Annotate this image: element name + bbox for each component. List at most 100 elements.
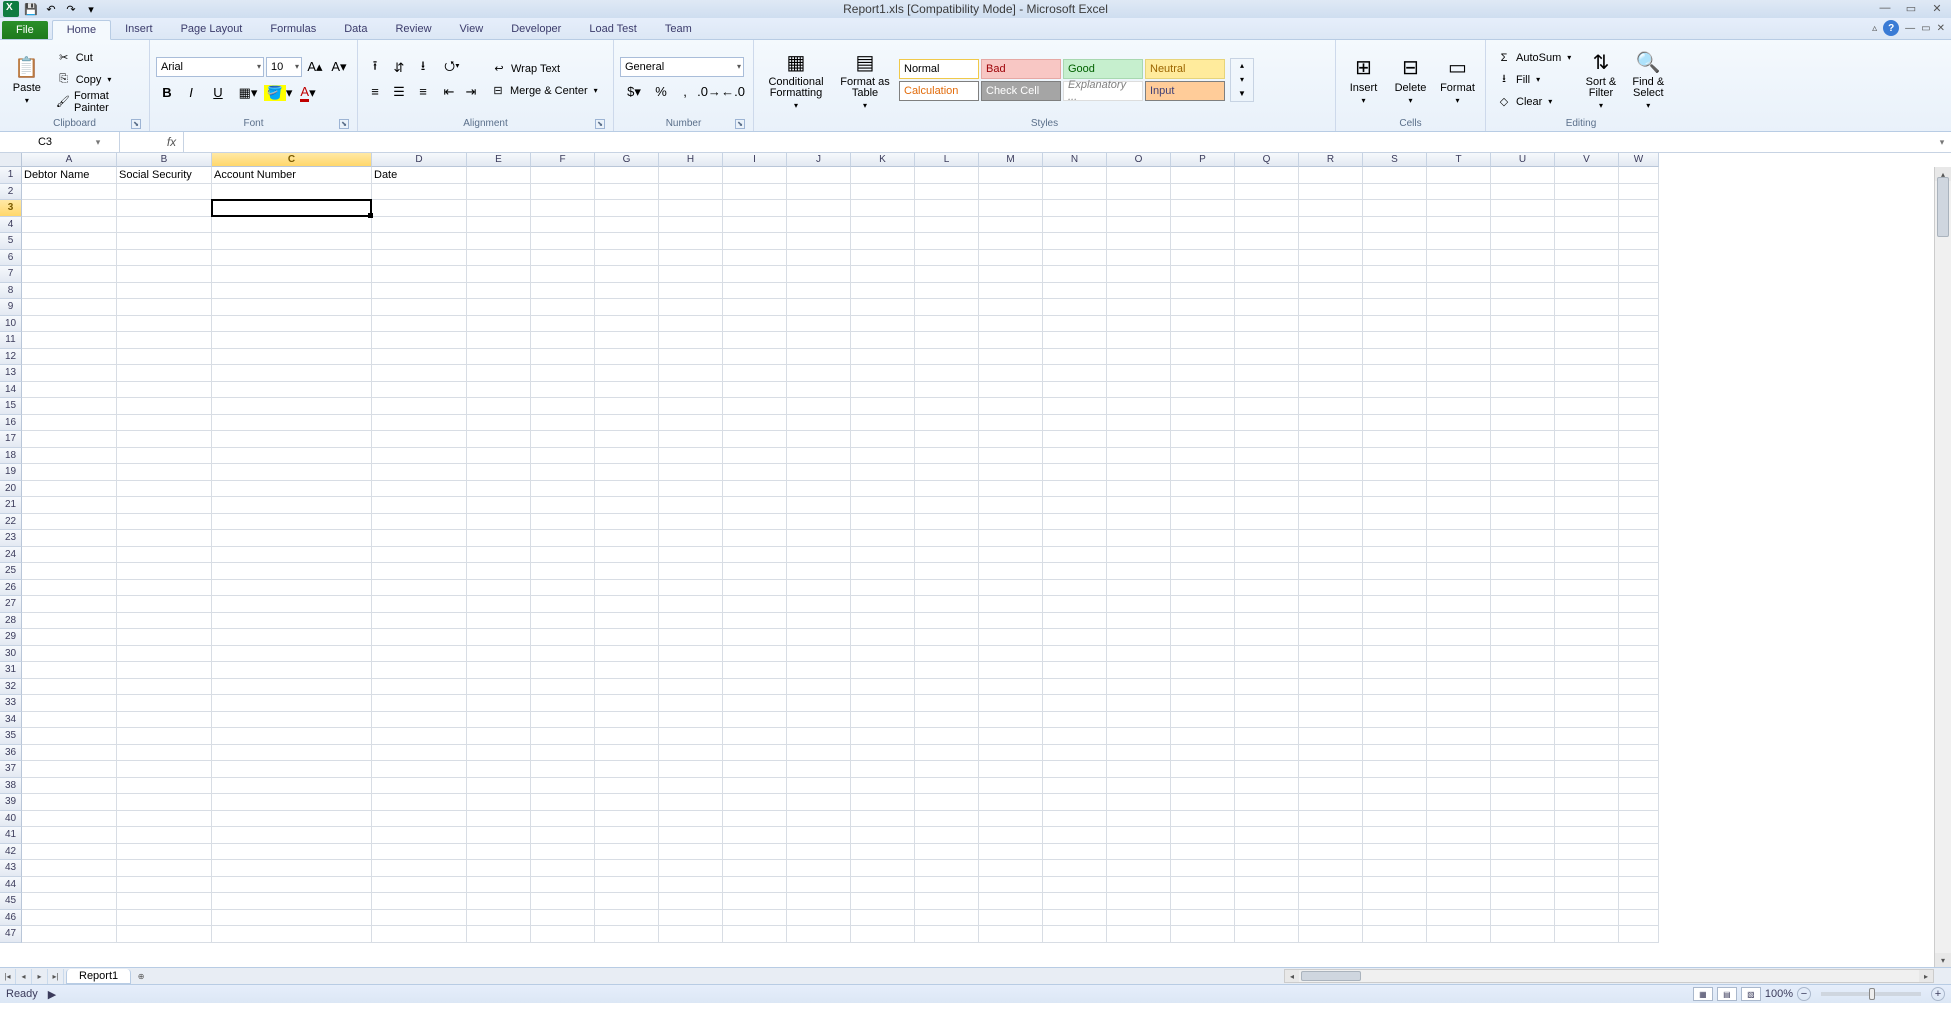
cell-M36[interactable] [979,745,1043,762]
cell-O35[interactable] [1107,728,1171,745]
cell-Q21[interactable] [1235,497,1299,514]
cell-B20[interactable] [117,481,212,498]
cell-P34[interactable] [1171,712,1235,729]
tab-data[interactable]: Data [330,20,381,39]
cell-J13[interactable] [787,365,851,382]
row-header-34[interactable]: 34 [0,712,22,729]
cell-F11[interactable] [531,332,595,349]
cell-L30[interactable] [915,646,979,663]
cell-W24[interactable] [1619,547,1659,564]
increase-font-icon[interactable]: A▴ [304,56,326,78]
cell-W23[interactable] [1619,530,1659,547]
cell-C24[interactable] [212,547,372,564]
cell-E16[interactable] [467,415,531,432]
cell-W44[interactable] [1619,877,1659,894]
cell-M43[interactable] [979,860,1043,877]
cell-T16[interactable] [1427,415,1491,432]
cell-K24[interactable] [851,547,915,564]
cell-W18[interactable] [1619,448,1659,465]
cell-R14[interactable] [1299,382,1363,399]
cell-W8[interactable] [1619,283,1659,300]
cell-C31[interactable] [212,662,372,679]
cell-H30[interactable] [659,646,723,663]
cell-V18[interactable] [1555,448,1619,465]
cell-B17[interactable] [117,431,212,448]
cell-N37[interactable] [1043,761,1107,778]
row-header-33[interactable]: 33 [0,695,22,712]
tab-formulas[interactable]: Formulas [256,20,330,39]
cell-C4[interactable] [212,217,372,234]
sheet-tab-report1[interactable]: Report1 [66,969,131,984]
cell-P19[interactable] [1171,464,1235,481]
cell-W36[interactable] [1619,745,1659,762]
column-header-A[interactable]: A [22,153,117,167]
cell-A7[interactable] [22,266,117,283]
cell-A40[interactable] [22,811,117,828]
cell-S26[interactable] [1363,580,1427,597]
cell-W26[interactable] [1619,580,1659,597]
cell-M27[interactable] [979,596,1043,613]
cell-H12[interactable] [659,349,723,366]
cell-L46[interactable] [915,910,979,927]
cell-R36[interactable] [1299,745,1363,762]
cell-O6[interactable] [1107,250,1171,267]
font-color-button[interactable]: A▾ [294,82,322,104]
cell-U16[interactable] [1491,415,1555,432]
column-header-O[interactable]: O [1107,153,1171,167]
cell-K39[interactable] [851,794,915,811]
cell-W13[interactable] [1619,365,1659,382]
cell-Q41[interactable] [1235,827,1299,844]
cell-J21[interactable] [787,497,851,514]
cell-style-bad[interactable]: Bad [981,59,1061,79]
cell-A18[interactable] [22,448,117,465]
cell-K23[interactable] [851,530,915,547]
expand-formula-bar-icon[interactable]: ▾ [1933,132,1951,152]
scroll-left-icon[interactable]: ◂ [1285,970,1299,982]
cell-H21[interactable] [659,497,723,514]
cell-F6[interactable] [531,250,595,267]
cell-Q34[interactable] [1235,712,1299,729]
cell-W25[interactable] [1619,563,1659,580]
cell-N36[interactable] [1043,745,1107,762]
cell-W10[interactable] [1619,316,1659,333]
row-header-5[interactable]: 5 [0,233,22,250]
cell-C17[interactable] [212,431,372,448]
cell-K22[interactable] [851,514,915,531]
cell-O15[interactable] [1107,398,1171,415]
cell-Q22[interactable] [1235,514,1299,531]
font-launcher[interactable]: ⬊ [339,119,349,129]
cell-J40[interactable] [787,811,851,828]
cell-U15[interactable] [1491,398,1555,415]
cell-A35[interactable] [22,728,117,745]
cell-E3[interactable] [467,200,531,217]
cell-W32[interactable] [1619,679,1659,696]
format-as-table-button[interactable]: ▤ Format as Table▾ [836,47,894,113]
cell-N32[interactable] [1043,679,1107,696]
cell-V28[interactable] [1555,613,1619,630]
cell-I39[interactable] [723,794,787,811]
cell-P25[interactable] [1171,563,1235,580]
cell-V2[interactable] [1555,184,1619,201]
cell-J20[interactable] [787,481,851,498]
cell-A43[interactable] [22,860,117,877]
cell-H2[interactable] [659,184,723,201]
orientation-icon[interactable]: ⭯▾ [438,57,466,79]
cell-U34[interactable] [1491,712,1555,729]
cell-U30[interactable] [1491,646,1555,663]
cell-A39[interactable] [22,794,117,811]
cell-C39[interactable] [212,794,372,811]
cell-U45[interactable] [1491,893,1555,910]
cell-E42[interactable] [467,844,531,861]
cell-B35[interactable] [117,728,212,745]
cell-O46[interactable] [1107,910,1171,927]
cell-L28[interactable] [915,613,979,630]
cell-L41[interactable] [915,827,979,844]
column-header-B[interactable]: B [117,153,212,167]
cell-B24[interactable] [117,547,212,564]
cell-T20[interactable] [1427,481,1491,498]
cell-H44[interactable] [659,877,723,894]
cell-P39[interactable] [1171,794,1235,811]
cell-G1[interactable] [595,167,659,184]
cell-M29[interactable] [979,629,1043,646]
cell-M10[interactable] [979,316,1043,333]
